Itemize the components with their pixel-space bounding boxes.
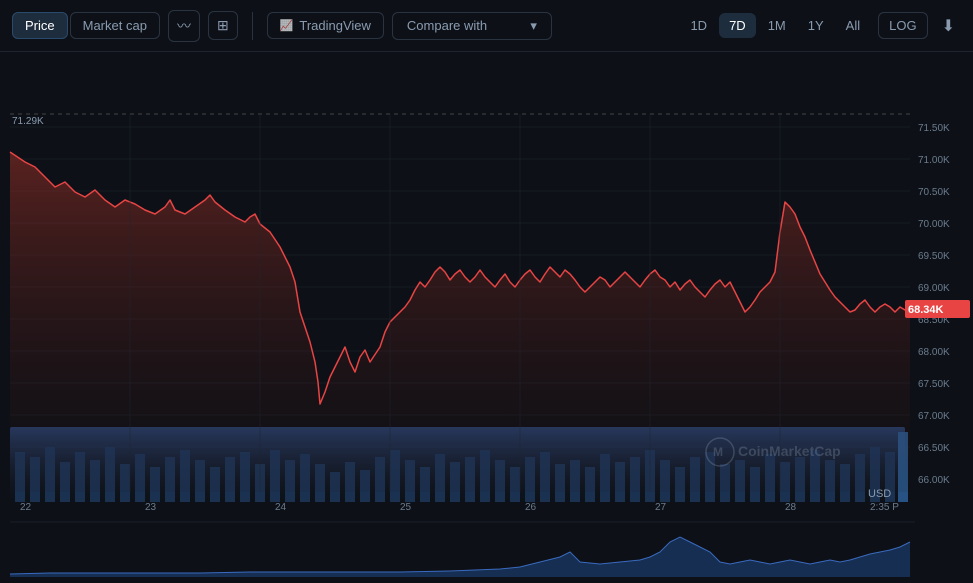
- market-cap-button[interactable]: Market cap: [70, 12, 160, 39]
- time-1y-button[interactable]: 1Y: [798, 13, 834, 38]
- time-all-button[interactable]: All: [836, 13, 870, 38]
- svg-text:69.50K: 69.50K: [918, 251, 950, 262]
- trading-view-button[interactable]: 📈 TradingView: [267, 12, 384, 39]
- svg-text:66.00K: 66.00K: [918, 475, 950, 486]
- svg-text:71.50K: 71.50K: [918, 123, 950, 134]
- svg-text:67.50K: 67.50K: [918, 379, 950, 390]
- svg-text:26: 26: [525, 502, 537, 513]
- price-chart[interactable]: 71.50K 71.00K 70.50K 70.00K 69.50K 69.00…: [0, 52, 973, 583]
- time-period-group: 1D 7D 1M 1Y All: [680, 13, 870, 38]
- svg-text:24: 24: [275, 502, 287, 513]
- time-1d-button[interactable]: 1D: [680, 13, 717, 38]
- candle-chart-icon[interactable]: ⊞: [208, 11, 238, 40]
- log-scale-button[interactable]: LOG: [878, 12, 927, 39]
- trading-view-label: TradingView: [299, 18, 371, 33]
- compare-label: Compare with: [407, 18, 487, 33]
- trading-view-icon: 📈: [280, 19, 294, 32]
- svg-text:CoinMarketCap: CoinMarketCap: [738, 443, 841, 459]
- svg-text:23: 23: [145, 502, 157, 513]
- svg-text:70.00K: 70.00K: [918, 219, 950, 230]
- svg-text:66.50K: 66.50K: [918, 443, 950, 454]
- svg-text:28: 28: [785, 502, 797, 513]
- svg-text:70.50K: 70.50K: [918, 187, 950, 198]
- time-7d-button[interactable]: 7D: [719, 13, 756, 38]
- svg-text:68.00K: 68.00K: [918, 347, 950, 358]
- compare-with-dropdown[interactable]: Compare with ▾: [392, 12, 552, 40]
- svg-text:67.00K: 67.00K: [918, 411, 950, 422]
- svg-text:68.34K: 68.34K: [908, 304, 944, 316]
- chart-container: 71.50K 71.00K 70.50K 70.00K 69.50K 69.00…: [0, 52, 973, 583]
- svg-text:USD: USD: [868, 488, 891, 500]
- price-button[interactable]: Price: [12, 12, 68, 39]
- svg-text:22: 22: [20, 502, 32, 513]
- svg-text:71.00K: 71.00K: [918, 155, 950, 166]
- svg-text:2:35 P: 2:35 P: [870, 502, 899, 513]
- svg-text:M: M: [713, 445, 723, 459]
- time-1m-button[interactable]: 1M: [758, 13, 796, 38]
- svg-text:71.29K: 71.29K: [12, 116, 44, 127]
- download-button[interactable]: ⬇: [936, 12, 961, 40]
- price-marketcap-group: Price Market cap: [12, 12, 160, 39]
- line-chart-icon[interactable]: 〰: [168, 10, 200, 42]
- toolbar: Price Market cap 〰 ⊞ 📈 TradingView Compa…: [0, 0, 973, 52]
- compare-chevron-icon: ▾: [530, 18, 537, 34]
- svg-text:69.00K: 69.00K: [918, 283, 950, 294]
- svg-text:27: 27: [655, 502, 667, 513]
- svg-text:25: 25: [400, 502, 412, 513]
- toolbar-divider: [252, 12, 253, 40]
